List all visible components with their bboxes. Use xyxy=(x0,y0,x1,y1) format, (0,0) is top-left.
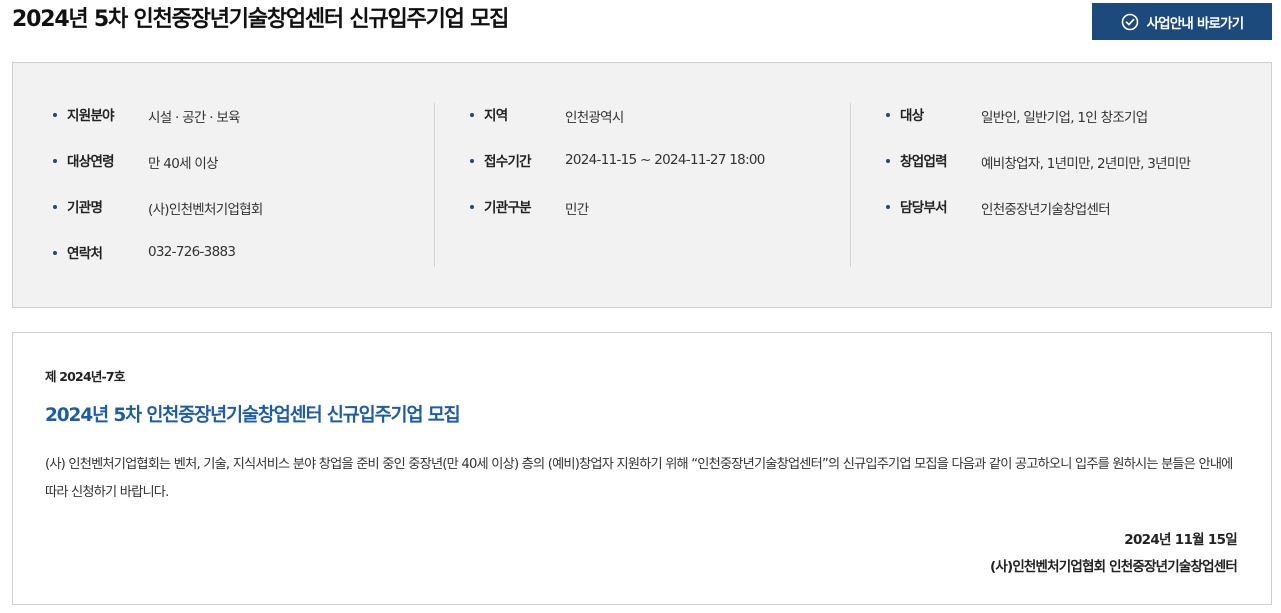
business-info-shortcut-button[interactable]: 사업안내 바로가기 xyxy=(1092,3,1272,40)
info-label: 접수기간 xyxy=(484,154,532,170)
info-label: 창업업력 xyxy=(900,154,948,170)
info-label: 기관명 xyxy=(67,200,103,216)
info-value: 인천중장년기술창업센터 xyxy=(981,202,1111,218)
notice-date: 2024년 11월 15일 xyxy=(1124,532,1237,548)
info-value: 시설 · 공간 · 보육 xyxy=(148,110,241,126)
notice-organization: (사)인천벤처기업협회 인천중장년기술창업센터 xyxy=(989,559,1238,575)
bullet-icon xyxy=(886,159,890,163)
page-title: 2024년 5차 인천중장년기술창업센터 신규입주기업 모집 xyxy=(12,7,509,32)
info-value: 2024-11-15 ~ 2024-11-27 18:00 xyxy=(565,152,765,168)
info-label: 기관구분 xyxy=(484,200,532,216)
info-value: 인천광역시 xyxy=(565,110,624,126)
bullet-icon xyxy=(53,251,57,255)
notice-panel: 제 2024년-7호 2024년 5차 인천중장년기술창업센터 신규입주기업 모… xyxy=(12,332,1272,605)
bullet-icon xyxy=(886,113,890,117)
bullet-icon xyxy=(470,159,474,163)
notice-number: 제 2024년-7호 xyxy=(45,369,125,384)
info-label: 담당부서 xyxy=(900,200,948,216)
bullet-icon xyxy=(53,113,57,117)
info-label: 연락처 xyxy=(67,246,103,262)
column-divider xyxy=(850,103,851,267)
info-value: 만 40세 이상 xyxy=(148,156,219,172)
info-value: 예비창업자, 1년미만, 2년미만, 3년미만 xyxy=(981,156,1191,172)
info-value: 일반인, 일반기업, 1인 창조기업 xyxy=(981,110,1148,126)
bullet-icon xyxy=(886,205,890,209)
bullet-icon xyxy=(470,113,474,117)
bullet-icon xyxy=(53,205,57,209)
info-label: 대상 xyxy=(900,108,924,124)
program-info-panel: 지원분야 시설 · 공간 · 보육 대상연령 만 40세 이상 기관명 (사)인… xyxy=(12,62,1272,308)
info-label: 지역 xyxy=(484,108,508,124)
notice-body: (사) 인천벤처기업협회는 벤처, 기술, 지식서비스 분야 창업을 준비 중인… xyxy=(45,457,1233,500)
info-value: (사)인천벤처기업협회 xyxy=(148,202,263,218)
info-label: 대상연령 xyxy=(67,154,115,170)
check-circle-icon xyxy=(1121,13,1139,31)
column-divider xyxy=(434,103,435,267)
info-value: 032-726-3883 xyxy=(148,244,236,260)
info-value: 민간 xyxy=(565,202,589,218)
notice-title: 2024년 5차 인천중장년기술창업센터 신규입주기업 모집 xyxy=(45,405,461,426)
shortcut-button-label: 사업안내 바로가기 xyxy=(1146,15,1245,32)
info-label: 지원분야 xyxy=(67,108,115,124)
bullet-icon xyxy=(470,205,474,209)
bullet-icon xyxy=(53,159,57,163)
